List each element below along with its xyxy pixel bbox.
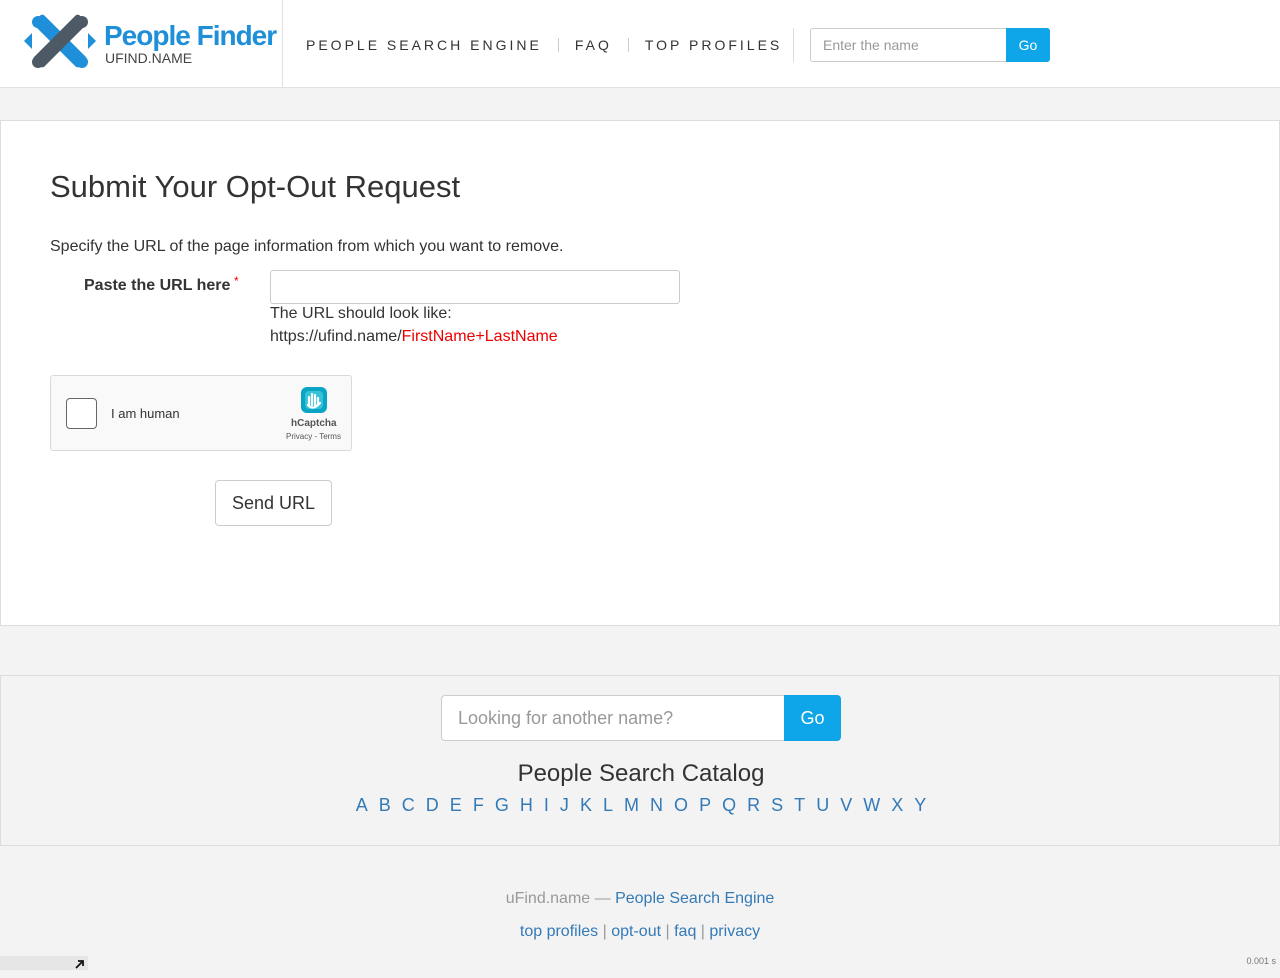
catalog-letter-j[interactable]: J: [560, 795, 569, 815]
hcaptcha-widget: I am human hCaptcha Privacy - Terms: [50, 375, 352, 451]
nav-separator-large: [793, 28, 794, 62]
catalog-letter-e[interactable]: E: [450, 795, 462, 815]
catalog-letters: A B C D E F G H I J K L M N O P Q R S T …: [1, 795, 1280, 816]
site-logo[interactable]: People Finder UFIND.NAME: [22, 4, 282, 80]
send-url-button[interactable]: Send URL: [215, 480, 332, 526]
catalog-letter-m[interactable]: M: [624, 795, 639, 815]
catalog-letter-l[interactable]: L: [603, 795, 613, 815]
catalog-letter-p[interactable]: P: [699, 795, 711, 815]
catalog-search: Go: [441, 695, 841, 741]
catalog-letter-w[interactable]: W: [863, 795, 880, 815]
render-timing: 0.001 s: [1246, 956, 1276, 966]
footer-separator: |: [700, 923, 705, 940]
captcha-brand: hCaptcha: [291, 418, 337, 429]
catalog-search-button[interactable]: Go: [784, 695, 841, 741]
catalog-letter-h[interactable]: H: [520, 795, 533, 815]
captcha-privacy-terms[interactable]: Privacy - Terms: [286, 432, 341, 441]
page-description: Specify the URL of the page information …: [50, 238, 564, 255]
catalog-letter-q[interactable]: Q: [722, 795, 736, 815]
header-search-button[interactable]: Go: [1006, 28, 1050, 62]
footer-link-opt-out[interactable]: opt-out: [611, 923, 661, 940]
catalog-search-input[interactable]: [441, 695, 784, 741]
url-hint-prefix: https://ufind.name/: [270, 328, 402, 345]
url-hint-line1: The URL should look like:: [270, 305, 452, 322]
footer-link-faq[interactable]: faq: [674, 923, 696, 940]
footer-separator: |: [602, 923, 607, 940]
captcha-checkbox[interactable]: [66, 398, 97, 429]
site-header: People Finder UFIND.NAME PEOPLE SEARCH E…: [0, 0, 1280, 88]
footer-separator: |: [665, 923, 670, 940]
nav-faq[interactable]: FAQ: [559, 37, 628, 53]
people-logo-icon: [24, 14, 96, 68]
catalog-letter-x[interactable]: X: [891, 795, 903, 815]
header-divider: [282, 0, 283, 88]
catalog-title: People Search Catalog: [517, 760, 765, 787]
header-search: Go: [810, 28, 1050, 62]
catalog-letter-d[interactable]: D: [426, 795, 439, 815]
logo-title: People Finder: [104, 20, 277, 51]
footer-link-privacy[interactable]: privacy: [709, 923, 760, 940]
catalog-letter-n[interactable]: N: [650, 795, 663, 815]
url-input[interactable]: [270, 270, 680, 304]
catalog-letter-k[interactable]: K: [580, 795, 592, 815]
catalog-letter-f[interactable]: F: [473, 795, 484, 815]
captcha-label: I am human: [111, 406, 180, 421]
footer-brand-link[interactable]: People Search Engine: [615, 890, 774, 907]
required-mark: *: [234, 274, 239, 288]
arrow-up-right-icon: [75, 960, 84, 969]
url-hint-example: FirstName+LastName: [401, 328, 558, 345]
catalog-letter-i[interactable]: I: [544, 795, 549, 815]
catalog-letter-b[interactable]: B: [379, 795, 391, 815]
url-hint-line2: https://ufind.name/FirstName+LastName: [270, 328, 558, 346]
footer-link-top-profiles[interactable]: top profiles: [520, 923, 598, 940]
nav-top-profiles[interactable]: TOP PROFILES: [629, 37, 798, 53]
catalog-letter-o[interactable]: O: [674, 795, 688, 815]
catalog-letter-u[interactable]: U: [816, 795, 829, 815]
footer-links: top profiles | opt-out | faq | privacy: [0, 923, 1280, 941]
catalog-letter-s[interactable]: S: [771, 795, 783, 815]
catalog-section: Go People Search Catalog A B C D E F G H…: [0, 675, 1280, 846]
catalog-letter-t[interactable]: T: [794, 795, 805, 815]
header-search-input[interactable]: [810, 28, 1006, 62]
nav-people-search-engine[interactable]: PEOPLE SEARCH ENGINE: [290, 37, 558, 53]
footer-brand: uFind.name —: [505, 890, 611, 907]
catalog-letter-g[interactable]: G: [495, 795, 509, 815]
url-field-label: Paste the URL here: [84, 277, 231, 294]
page-title: Submit Your Opt-Out Request: [50, 169, 461, 204]
catalog-letter-y[interactable]: Y: [914, 795, 926, 815]
opt-out-card: Submit Your Opt-Out Request Specify the …: [0, 120, 1280, 626]
catalog-letter-c[interactable]: C: [402, 795, 415, 815]
catalog-letter-r[interactable]: R: [747, 795, 760, 815]
main-nav: PEOPLE SEARCH ENGINE FAQ TOP PROFILES: [290, 30, 798, 60]
hcaptcha-logo-icon: [301, 387, 327, 413]
footer-brand-line: uFind.name — People Search Engine: [0, 890, 1280, 908]
logo-subtitle: UFIND.NAME: [105, 50, 193, 66]
catalog-letter-v[interactable]: V: [840, 795, 852, 815]
catalog-letter-a[interactable]: A: [356, 795, 368, 815]
